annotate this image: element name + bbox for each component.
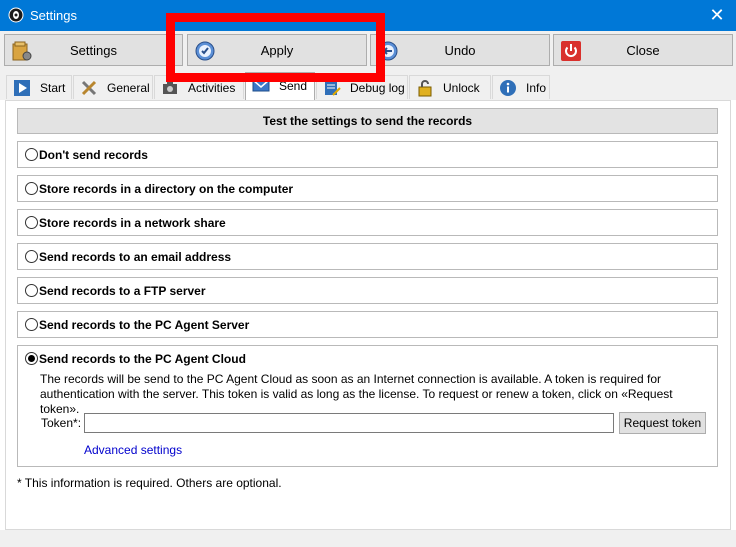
radio-store-directory[interactable]: [25, 182, 38, 195]
radio-pc-agent-cloud[interactable]: [25, 352, 38, 365]
tab-start[interactable]: Start: [6, 75, 72, 99]
option-dont-send-label: Don't send records: [39, 148, 148, 162]
tab-general[interactable]: General: [73, 75, 153, 99]
window-title: Settings: [30, 8, 77, 23]
tools-icon: [81, 80, 97, 96]
tab-debug-log-label: Debug log: [350, 81, 405, 95]
info-icon: [500, 80, 516, 96]
padlock-icon: [418, 80, 432, 97]
option-email-label: Send records to an email address: [39, 250, 232, 264]
option-network-share-label: Store records in a network share: [39, 216, 226, 230]
radio-dont-send[interactable]: [25, 148, 38, 161]
apply-highlight-box: [166, 13, 385, 82]
option-store-directory[interactable]: Store records in a directory on the comp…: [17, 175, 718, 202]
option-pc-agent-cloud-label: Send records to the PC Agent Cloud: [39, 352, 246, 366]
status-bar: [0, 530, 736, 547]
option-pc-agent-cloud[interactable]: Send records to the PC Agent Cloud The r…: [17, 345, 718, 467]
option-pc-agent-server[interactable]: Send records to the PC Agent Server: [17, 311, 718, 338]
test-settings-button[interactable]: Test the settings to send the records: [17, 108, 718, 134]
option-store-directory-label: Store records in a directory on the comp…: [39, 182, 294, 196]
radio-email[interactable]: [25, 250, 38, 263]
token-label: Token*:: [41, 416, 82, 430]
radio-ftp[interactable]: [25, 284, 38, 297]
tab-start-label: Start: [40, 81, 66, 95]
tab-activities-label: Activities: [188, 81, 236, 95]
app-icon: [8, 7, 24, 23]
tab-unlock-label: Unlock: [443, 81, 480, 95]
option-ftp-label: Send records to a FTP server: [39, 284, 206, 298]
undo-button-label: Undo: [444, 43, 476, 58]
tab-info-label: Info: [526, 81, 547, 95]
close-button-label: Close: [626, 43, 660, 58]
token-input[interactable]: [84, 413, 614, 433]
window-close-icon[interactable]: ✕: [706, 4, 728, 26]
option-network-share[interactable]: Store records in a network share: [17, 209, 718, 236]
radio-network-share[interactable]: [25, 216, 38, 229]
cloud-description: The records will be send to the PC Agent…: [40, 372, 673, 416]
settings-button-label: Settings: [70, 43, 117, 58]
play-icon: [14, 80, 30, 96]
tab-info[interactable]: Info: [492, 75, 550, 99]
option-ftp[interactable]: Send records to a FTP server: [17, 277, 718, 304]
radio-pc-agent-server[interactable]: [25, 318, 38, 331]
option-dont-send[interactable]: Don't send records: [17, 141, 718, 168]
tab-unlock[interactable]: Unlock: [409, 75, 491, 99]
option-email[interactable]: Send records to an email address: [17, 243, 718, 270]
close-button[interactable]: Close: [553, 34, 733, 66]
required-footnote: * This information is required. Others a…: [17, 476, 282, 490]
option-pc-agent-server-label: Send records to the PC Agent Server: [39, 318, 250, 332]
request-token-button[interactable]: Request token: [619, 412, 706, 434]
tab-general-label: General: [107, 81, 150, 95]
settings-button[interactable]: Settings: [4, 34, 183, 66]
undo-button[interactable]: Undo: [370, 34, 550, 66]
advanced-settings-link[interactable]: Advanced settings: [84, 443, 182, 457]
